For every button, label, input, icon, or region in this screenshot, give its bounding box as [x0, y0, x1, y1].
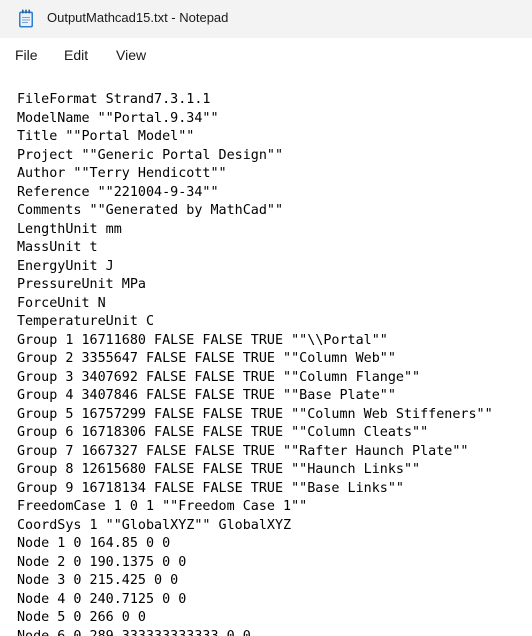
- text-line: Group 5 16757299 FALSE FALSE TRUE ""Colu…: [17, 406, 493, 422]
- text-line: Group 6 16718306 FALSE FALSE TRUE ""Colu…: [17, 425, 429, 440]
- text-line: Reference ""221004-9-34"": [17, 184, 219, 200]
- text-line: ModelName ""Portal.9.34"": [17, 110, 219, 126]
- text-line: Group 8 12615680 FALSE FALSE TRUE ""Haun…: [17, 462, 421, 477]
- text-line: CoordSys 1 ""GlobalXYZ"" GlobalXYZ: [17, 517, 292, 533]
- menu-file[interactable]: File: [15, 47, 38, 63]
- text-line: LengthUnit mm: [17, 221, 122, 237]
- text-line: Node 6 0 289.333333333333 0 0: [17, 628, 251, 636]
- text-content: FileFormat Strand7.3.1.1 ModelName ""Port…: [17, 91, 493, 636]
- text-line: Group 4 3407846 FALSE FALSE TRUE ""Base …: [17, 388, 396, 403]
- text-line: FreedomCase 1 0 1 ""Freedom Case 1"": [17, 499, 308, 514]
- text-line: Group 3 3407692 FALSE FALSE TRUE ""Colum…: [17, 369, 421, 385]
- menu-view[interactable]: View: [116, 47, 146, 63]
- menu-bar: File Edit View: [0, 38, 532, 74]
- text-line: Node 5 0 266 0 0: [17, 610, 146, 625]
- window-title: OutputMathcad15.txt - Notepad: [47, 10, 229, 25]
- text-line: Node 2 0 190.1375 0 0: [17, 554, 187, 570]
- text-line: FileFormat Strand7.3.1.1: [17, 92, 211, 107]
- text-line: EnergyUnit J: [17, 258, 114, 274]
- notepad-window: OutputMathcad15.txt - Notepad File Edit …: [0, 0, 532, 636]
- text-line: Node 3 0 215.425 0 0: [17, 573, 179, 588]
- text-line: Group 2 3355647 FALSE FALSE TRUE ""Colum…: [17, 351, 396, 366]
- text-line: Node 4 0 240.7125 0 0: [17, 591, 187, 607]
- text-line: Author ""Terry Hendicott"": [17, 166, 227, 181]
- text-line: Group 7 1667327 FALSE FALSE TRUE ""Rafte…: [17, 443, 469, 459]
- text-line: Node 1 0 164.85 0 0: [17, 536, 171, 551]
- text-line: Project ""Generic Portal Design"": [17, 147, 284, 163]
- text-line: Comments ""Generated by MathCad"": [17, 203, 284, 218]
- menu-edit[interactable]: Edit: [64, 47, 88, 63]
- text-line: Group 9 16718134 FALSE FALSE TRUE ""Base…: [17, 480, 404, 496]
- text-editor[interactable]: FileFormat Strand7.3.1.1 ModelName ""Port…: [0, 74, 532, 636]
- text-line: TemperatureUnit C: [17, 314, 155, 329]
- text-line: Group 1 16711680 FALSE FALSE TRUE ""\\Po…: [17, 332, 388, 348]
- title-bar[interactable]: OutputMathcad15.txt - Notepad: [0, 0, 532, 39]
- text-line: PressureUnit MPa: [17, 277, 146, 292]
- text-line: Title ""Portal Model"": [17, 129, 195, 144]
- text-line: MassUnit t: [17, 240, 98, 255]
- notepad-icon: [19, 9, 33, 28]
- text-line: ForceUnit N: [17, 295, 106, 311]
